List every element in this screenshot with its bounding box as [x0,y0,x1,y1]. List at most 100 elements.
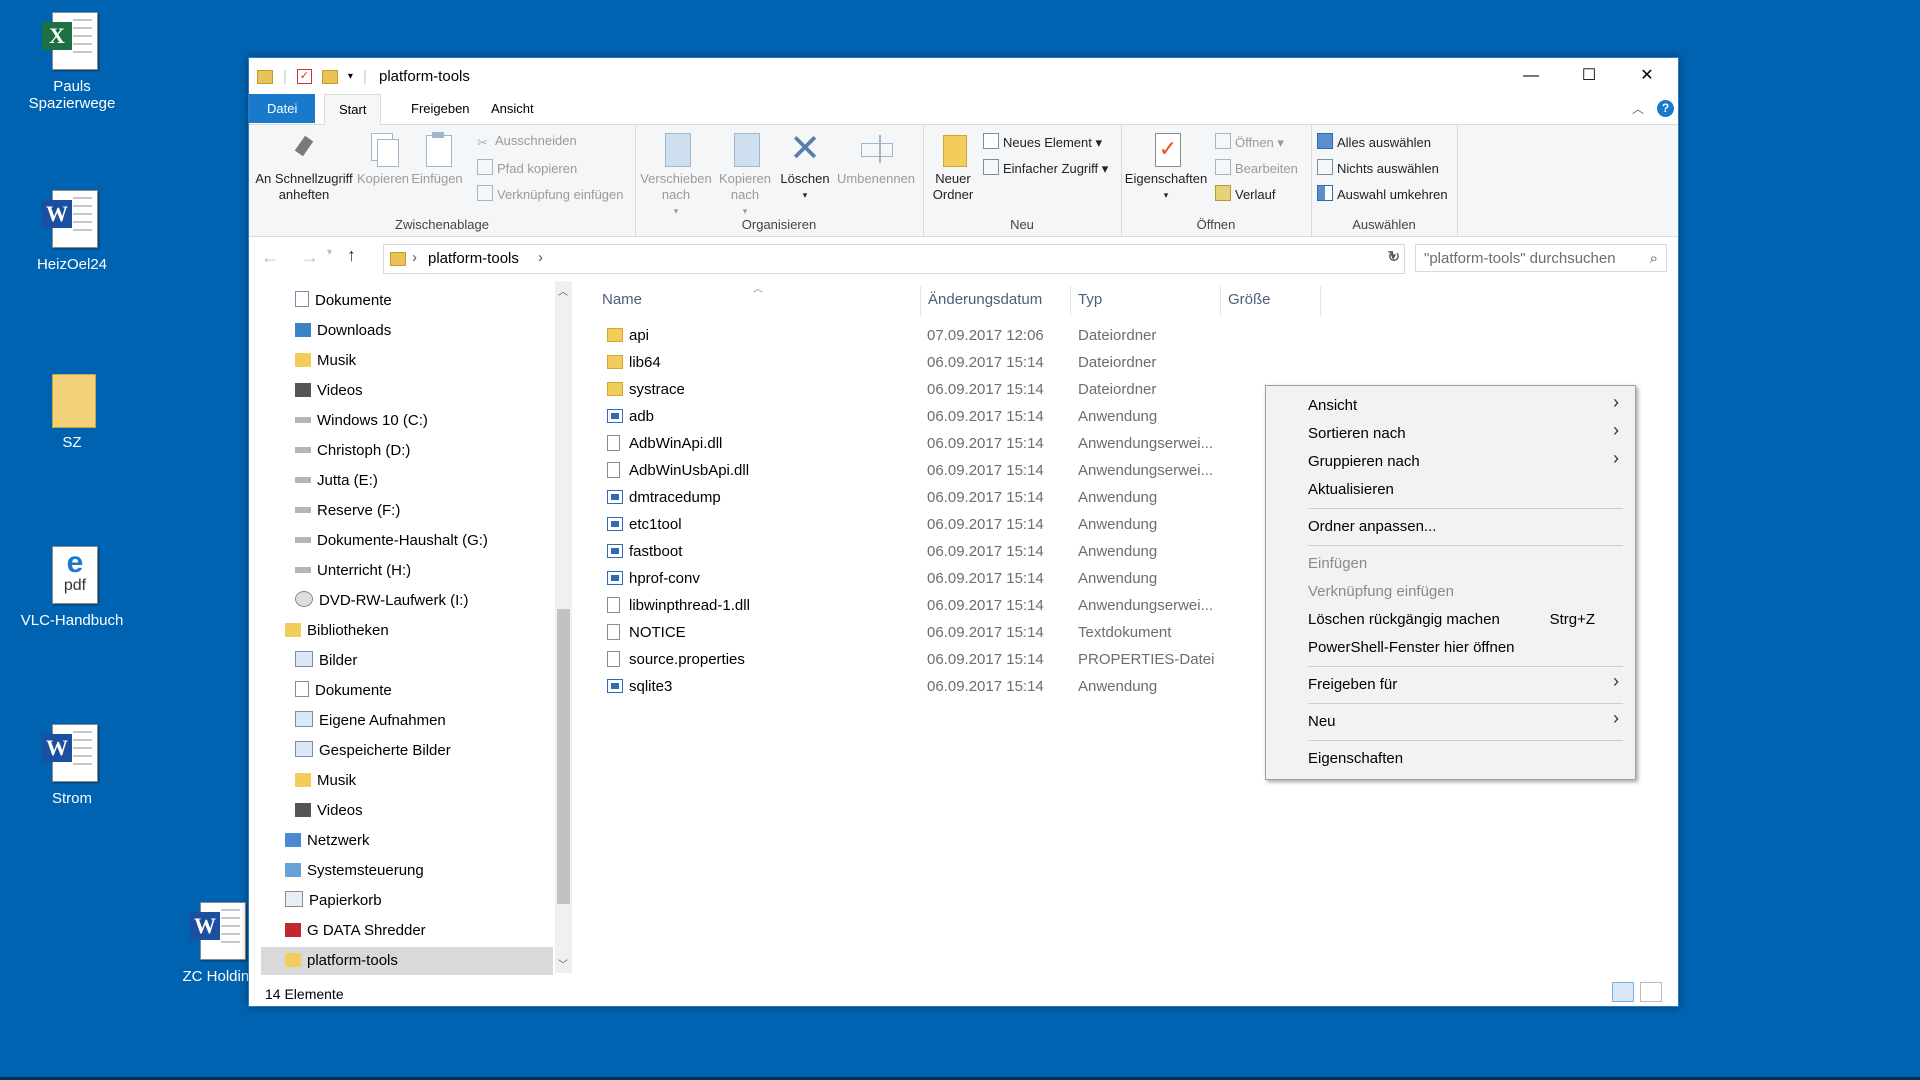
nav-item[interactable]: Dokumente [295,677,392,705]
large-icons-view-icon[interactable] [1640,982,1662,1002]
open-button[interactable]: Öffnen ▾ [1215,133,1284,151]
details-view-icon[interactable] [1612,982,1634,1002]
navigation-scrollbar[interactable]: ︿ ﹀ [555,281,572,973]
column-header-type[interactable]: Typ [1078,286,1102,314]
back-arrow-icon[interactable]: ← [261,247,279,268]
nav-item[interactable]: Netzwerk [285,827,370,855]
file-row[interactable]: sqlite3 06.09.2017 15:14 Anwendung [599,673,1319,700]
customize-toolbar-icon[interactable]: ▾ [348,71,353,82]
maximize-button[interactable]: ☐ [1560,58,1618,94]
file-row[interactable]: etc1tool 06.09.2017 15:14 Anwendung [599,511,1319,538]
copy-path-button[interactable]: Pfad kopieren [477,159,577,176]
rename-button[interactable]: Umbenennen [835,131,917,187]
menu-item-sort-by[interactable]: Sortieren nach [1308,422,1406,446]
file-row[interactable]: libwinpthread-1.dll 06.09.2017 15:14 Anwen… [599,592,1319,619]
breadcrumb-platform-tools[interactable]: platform-tools [428,250,519,267]
nav-item[interactable]: platform-tools [261,947,553,975]
nav-item[interactable]: Downloads [295,317,391,345]
menu-item-refresh[interactable]: Aktualisieren [1308,478,1394,502]
nav-item[interactable]: Jutta (E:) [295,467,378,495]
nav-item[interactable]: Gespeicherte Bilder [295,737,451,765]
new-folder-button[interactable]: Neuer Ordner [927,131,979,203]
nav-item[interactable]: Bilder [295,647,357,675]
cut-button[interactable]: ✂ Ausschneiden [477,133,577,150]
nav-item[interactable]: Dokumente [295,287,392,315]
scrollbar-thumb[interactable] [557,609,570,904]
file-row[interactable]: dmtracedump 06.09.2017 15:14 Anwendung [599,484,1319,511]
file-row[interactable]: adb06.09.2017 15:14Anwendung1. [599,403,1516,430]
help-icon[interactable]: ? [1657,100,1674,117]
menu-item-customize-folder[interactable]: Ordner anpassen... [1308,515,1436,539]
desktop-icon-sz[interactable]: SZ [12,366,132,451]
nav-item[interactable]: Musik [295,767,356,795]
column-header-date[interactable]: Änderungsdatum [928,286,1042,314]
tab-share[interactable]: Freigeben [397,94,484,123]
address-box[interactable]: › platform-tools › ▾ [383,244,1405,274]
forward-arrow-icon[interactable]: → [301,247,319,268]
refresh-icon[interactable]: ↻ [1387,247,1400,267]
menu-item-share-with[interactable]: Freigeben für [1308,673,1397,697]
pin-quick-access-button[interactable]: An Schnellzugriff anheften [255,131,353,203]
desktop-icon-pauls-spazierwege[interactable]: X Pauls Spazierwege [12,10,132,112]
collapse-ribbon-icon[interactable]: ︿ [1632,100,1644,117]
properties-check-icon[interactable]: ✓ [296,69,312,84]
scroll-up-icon[interactable]: ︿ [558,283,568,298]
menu-item-properties[interactable]: Eigenschaften [1308,747,1403,771]
new-item-button[interactable]: Neues Element ▾ [983,133,1102,151]
file-row[interactable]: systrace 06.09.2017 15:14 Dateiordner [599,376,1319,403]
menu-item-paste-shortcut[interactable]: Verknüpfung einfügen [1308,580,1454,604]
file-row[interactable]: fastboot 06.09.2017 15:14 Anwendung [599,538,1319,565]
desktop-icon-strom[interactable]: W Strom [12,722,132,807]
nav-item[interactable]: Windows 10 (C:) [295,407,428,435]
easy-access-button[interactable]: Einfacher Zugriff ▾ [983,159,1108,177]
tab-file[interactable]: Datei [249,94,316,123]
nav-item[interactable]: Eigene Aufnahmen [295,707,446,735]
file-row[interactable]: NOTICE 06.09.2017 15:14 Textdokument [599,619,1319,646]
nav-item[interactable]: Reserve (F:) [295,497,400,525]
paste-shortcut-button[interactable]: Verknüpfung einfügen [477,185,624,202]
scroll-down-icon[interactable]: ﹀ [558,956,568,971]
desktop-icon-heizoel24[interactable]: W HeizOel24 [12,188,132,273]
nav-item[interactable]: Videos [295,377,363,405]
menu-item-undo-delete[interactable]: Löschen rückgängig machen [1308,608,1500,632]
nav-item[interactable]: Christoph (D:) [295,437,410,465]
delete-button[interactable]: ✕ Löschen ▾ [779,130,831,203]
nav-item[interactable]: Musik [295,347,356,375]
recent-locations-icon[interactable]: ▾ [327,247,332,258]
nav-item[interactable]: Systemsteuerung [285,857,424,885]
select-all-button[interactable]: Alles auswählen [1317,133,1431,150]
file-row[interactable]: lib64 06.09.2017 15:14 Dateiordner [599,349,1319,376]
nav-item[interactable]: DVD-RW-Laufwerk (I:) [295,587,468,615]
invert-selection-button[interactable]: Auswahl umkehren [1317,185,1448,202]
move-to-button[interactable]: Verschieben nach ▾ [639,131,713,219]
tab-view[interactable]: Ansicht [477,94,548,123]
select-none-button[interactable]: Nichts auswählen [1317,159,1439,176]
menu-item-powershell[interactable]: PowerShell-Fenster hier öffnen [1308,636,1515,660]
file-row[interactable]: AdbWinApi.dll 06.09.2017 15:14 Anwendungse… [599,430,1319,457]
nav-item[interactable]: Papierkorb [285,887,382,915]
copy-button[interactable]: Kopieren [357,131,409,187]
menu-item-new[interactable]: Neu [1308,710,1336,734]
file-row[interactable]: AdbWinUsbApi.dll 06.09.2017 15:14 Anwendun… [599,457,1319,484]
file-row[interactable]: source.properties 06.09.2017 15:14 PROPERT… [599,646,1319,673]
close-button[interactable]: ✕ [1618,58,1676,94]
up-arrow-icon[interactable]: ↑ [347,245,356,266]
properties-button[interactable]: ✓ Eigenschaften ▾ [1123,131,1209,203]
tab-start[interactable]: Start [324,94,382,125]
column-header-size[interactable]: Größe [1228,286,1271,314]
menu-item-group-by[interactable]: Gruppieren nach [1308,450,1420,474]
file-row[interactable]: hprof-conv 06.09.2017 15:14 Anwendung [599,565,1319,592]
nav-item[interactable]: Unterricht (H:) [295,557,411,585]
minimize-button[interactable]: — [1502,58,1560,94]
menu-item-view[interactable]: Ansicht [1308,394,1357,418]
nav-item[interactable]: Dokumente-Haushalt (G:) [295,527,488,555]
history-button[interactable]: Verlauf [1215,185,1275,202]
paste-button[interactable]: Einfügen [411,131,463,187]
desktop-icon-vlc-handbuch[interactable]: e pdf VLC-Handbuch [12,544,132,629]
nav-item[interactable]: G DATA Shredder [285,917,426,945]
new-folder-icon[interactable] [321,69,338,84]
column-header-name[interactable]: Name [602,286,642,314]
file-row[interactable]: api 07.09.2017 12:06 Dateiordner [599,322,1319,349]
edit-button[interactable]: Bearbeiten [1215,159,1298,176]
nav-item[interactable]: Videos [295,797,363,825]
